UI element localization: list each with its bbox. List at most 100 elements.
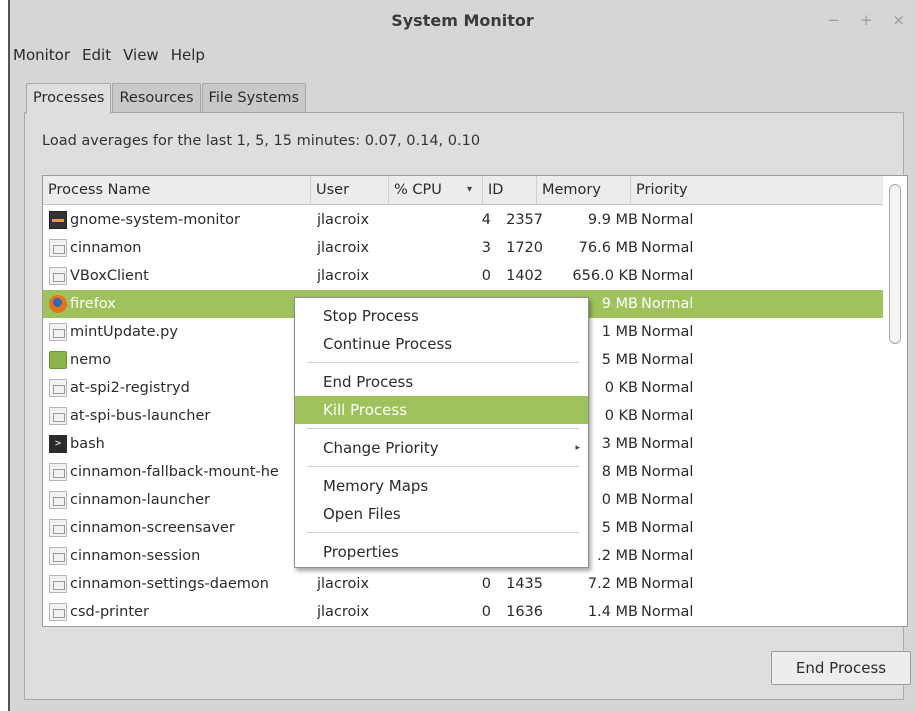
context-menu: Stop Process Continue Process End Proces… [294,297,589,568]
tab-processes[interactable]: Processes [26,83,112,114]
process-name: cinnamon-session [70,548,201,564]
menu-separator [307,532,579,533]
process-name-cell: at-spi2-registryd [49,374,303,402]
menu-separator [307,362,579,363]
terminal-icon: > [49,435,67,453]
close-button[interactable]: × [892,11,905,29]
load-averages: Load averages for the last 1, 5, 15 minu… [42,133,481,149]
window-title: System Monitor [391,10,534,30]
process-priority: Normal [641,604,694,620]
process-user: jlacroix [317,604,370,620]
process-priority: Normal [641,212,694,228]
menu-item-open-files[interactable]: Open Files [295,500,588,528]
menu-item-continue-process[interactable]: Continue Process [295,330,588,358]
menu-item-end-process[interactable]: End Process [295,368,588,396]
minimize-button[interactable]: − [827,11,840,29]
process-user: jlacroix [317,240,370,256]
menu-item-memory-maps[interactable]: Memory Maps [295,472,588,500]
process-name-cell: csd-printer [49,598,303,626]
menu-edit[interactable]: Edit [81,46,112,64]
menu-separator [307,428,579,429]
executable-icon [49,323,67,341]
submenu-arrow-icon: ▸ [575,443,580,453]
process-name: at-spi-bus-launcher [70,408,211,424]
process-cpu: 0 [481,576,491,592]
process-name: cinnamon-settings-daemon [70,576,269,592]
executable-icon [49,519,67,537]
process-name-cell: VBoxClient [49,262,303,290]
end-process-button[interactable]: End Process [771,651,911,685]
scrollbar-thumb[interactable] [889,184,901,344]
executable-icon [49,491,67,509]
executable-icon [49,575,67,593]
process-name-cell: cinnamon-session [49,542,303,570]
process-user: jlacroix [317,268,370,284]
menu-item-stop-process[interactable]: Stop Process [295,302,588,330]
menu-monitor[interactable]: Monitor [12,46,71,64]
menu-view[interactable]: View [122,46,160,64]
process-priority: Normal [641,408,694,424]
process-name-cell: cinnamon-fallback-mount-he [49,458,303,486]
menu-bar: Monitor Edit View Help [12,46,206,64]
process-priority: Normal [641,492,694,508]
table-row[interactable]: cinnamon jlacroix 3 1720 76.6 MB Normal [43,234,883,262]
table-row[interactable]: csd-printer jlacroix 0 1636 1.4 MB Normal [43,598,883,626]
process-name: gnome-system-monitor [70,212,240,228]
column-header-priority[interactable]: Priority [631,176,883,204]
process-memory: 7.2 MB [587,576,638,592]
tab-file-systems[interactable]: File Systems [201,83,307,113]
process-name-cell: cinnamon-screensaver [49,514,303,542]
process-name-cell: mintUpdate.py [49,318,303,346]
vertical-scrollbar[interactable] [889,182,901,622]
process-name: bash [70,436,105,452]
process-name: cinnamon [70,240,142,256]
process-name-cell: > bash [49,430,303,458]
process-name-cell: at-spi-bus-launcher [49,402,303,430]
process-name: at-spi2-registryd [70,380,190,396]
process-name: cinnamon-fallback-mount-he [70,464,279,480]
title-bar[interactable]: System Monitor − + × [10,0,915,40]
sort-descending-icon: ▾ [467,184,473,195]
process-memory: 656.0 KB [572,268,638,284]
column-header-memory[interactable]: Memory [537,176,631,204]
process-name-cell: gnome-system-monitor [49,206,303,234]
table-row[interactable]: VBoxClient jlacroix 0 1402 656.0 KB Normal [43,262,883,290]
process-priority: Normal [641,380,694,396]
process-memory: 9.9 MB [587,212,638,228]
menu-item-properties[interactable]: Properties [295,538,588,566]
executable-icon [49,547,67,565]
tab-resources[interactable]: Resources [112,83,201,113]
window-controls: − + × [827,11,905,29]
process-priority: Normal [641,436,694,452]
table-row[interactable]: cinnamon-settings-daemon jlacroix 0 1435 7.2… [43,570,883,598]
process-priority: Normal [641,324,694,340]
executable-icon [49,407,67,425]
process-id: 1435 [506,576,543,592]
process-priority: Normal [641,296,694,312]
executable-icon [49,463,67,481]
menu-item-kill-process[interactable]: Kill Process [295,396,588,424]
process-name: cinnamon-screensaver [70,520,235,536]
executable-icon [49,603,67,621]
process-id: 2357 [506,212,543,228]
process-cpu: 4 [481,212,491,228]
process-priority: Normal [641,464,694,480]
process-priority: Normal [641,548,694,564]
process-name: VBoxClient [70,268,149,284]
process-id: 1402 [506,268,543,284]
column-header-user[interactable]: User [311,176,389,204]
table-row[interactable]: gnome-system-monitor jlacroix 4 2357 9.9 MB N… [43,206,883,234]
menu-item-change-priority[interactable]: Change Priority ▸ [295,434,588,462]
system-monitor-icon [49,211,67,229]
column-header-process-name[interactable]: Process Name [43,176,311,204]
process-user: jlacroix [317,212,370,228]
process-priority: Normal [641,520,694,536]
executable-icon [49,379,67,397]
table-header: Process Name User % CPU ▾ ID Memory Prio… [43,176,883,205]
maximize-button[interactable]: + [860,11,873,29]
column-header-id[interactable]: ID [483,176,537,204]
process-memory: 1.4 MB [587,604,638,620]
process-id: 1720 [506,240,543,256]
firefox-icon [49,295,67,313]
menu-help[interactable]: Help [170,46,206,64]
